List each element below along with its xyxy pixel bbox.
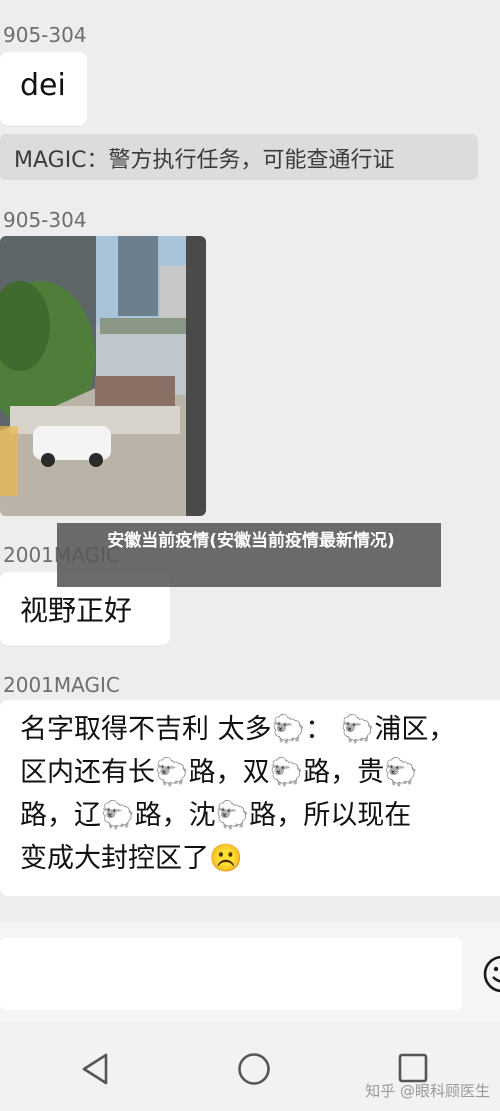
watermark: 知乎 @眼科顾医生 [365, 1082, 490, 1100]
message-text-line: 名字取得不吉利 太多🐑： 🐑浦区， [20, 714, 456, 745]
message-input[interactable] [0, 938, 462, 1010]
photo-message[interactable] [0, 236, 206, 516]
smiley-face-icon[interactable] [480, 952, 500, 996]
sender-name: 905-304 [3, 23, 87, 47]
message-text: 视野正好 [20, 594, 133, 627]
triangle-back-icon[interactable] [80, 1052, 110, 1086]
sender-name: 2001MAGIC [3, 673, 120, 697]
overlay-title-banner: 安徽当前疫情(安徽当前疫情最新情况) [57, 523, 441, 587]
message-text-line: 区内还有长🐑路，双🐑路，贵🐑 [20, 757, 418, 788]
circle-home-icon[interactable] [237, 1052, 271, 1086]
system-notice: MAGIC：警方执行任务，可能查通行证 [0, 134, 478, 180]
message-text: dei [20, 68, 66, 103]
message-text-line: 路，辽🐑路，沈🐑路，所以现在 [20, 800, 412, 831]
street-photo-image [0, 236, 206, 516]
sender-name: 905-304 [3, 208, 87, 232]
message-bubble[interactable]: dei [0, 52, 87, 125]
message-text-line: 变成大封控区了☹️ [20, 843, 243, 874]
message-input-bar [0, 922, 500, 1022]
message-bubble[interactable]: 名字取得不吉利 太多🐑： 🐑浦区， 区内还有长🐑路，双🐑路，贵🐑 路，辽🐑路，沈… [0, 700, 500, 896]
